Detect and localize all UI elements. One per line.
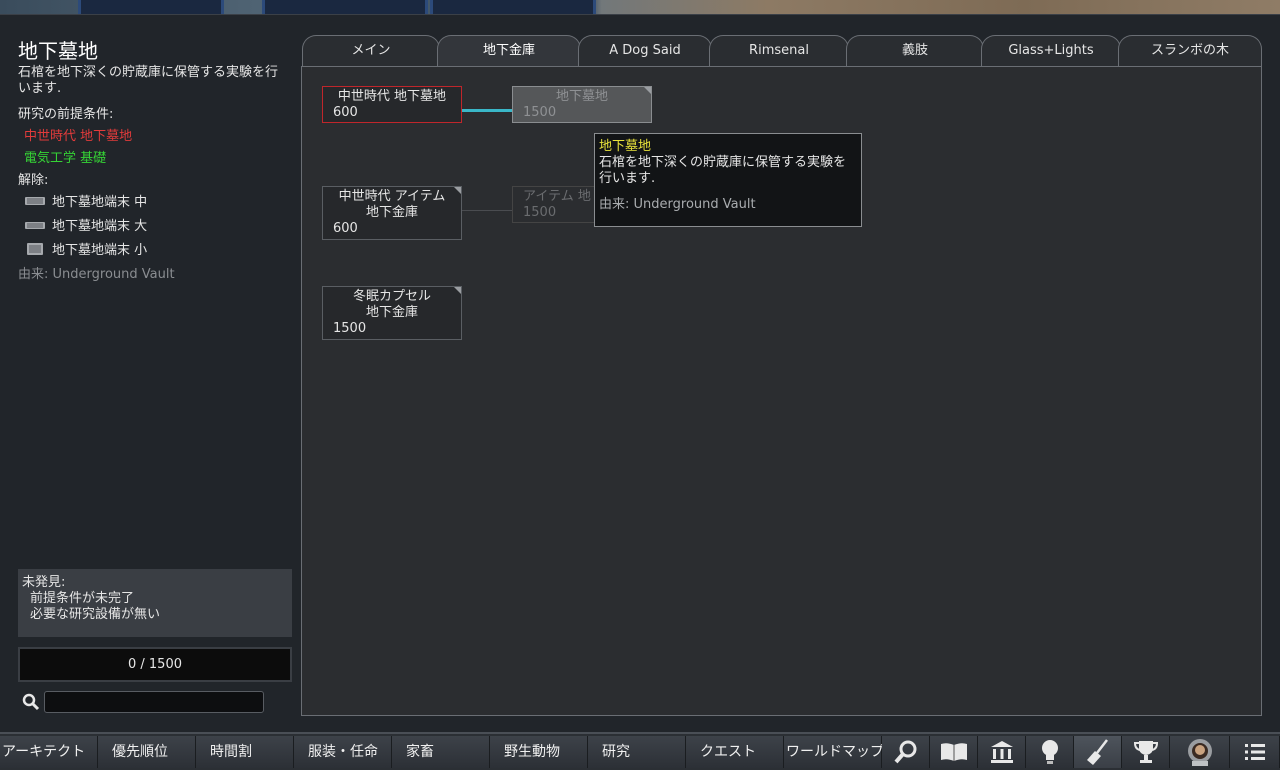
wildlife-button[interactable]: 野生動物 <box>490 736 588 768</box>
tab-main[interactable]: メイン <box>302 35 440 67</box>
tab-slumbo-tree[interactable]: スランボの木 <box>1118 35 1262 67</box>
tree-link <box>462 109 512 112</box>
world-structure <box>262 0 428 14</box>
node-title: 中世時代 地下墓地 <box>337 89 447 104</box>
node-title: 冬眠カプセル <box>352 289 431 304</box>
unlocks-label: 解除: <box>18 173 49 188</box>
research-progress: 0 / 1500 <box>18 647 292 682</box>
search-icon <box>22 693 40 711</box>
book-icon <box>940 743 967 761</box>
unlock-label: 地下墓地端末 中 <box>52 195 148 210</box>
search-input[interactable] <box>44 691 264 713</box>
history-button[interactable] <box>978 736 1026 768</box>
node-cost: 1500 <box>523 105 557 120</box>
lightbulb-icon <box>1041 740 1058 764</box>
unlock-item[interactable]: 地下墓地端末 小 <box>24 239 147 258</box>
tab-glass-lights[interactable]: Glass+Lights <box>981 35 1121 67</box>
schedule-button[interactable]: 時間割 <box>196 736 294 768</box>
tab-a-dog-said[interactable]: A Dog Said <box>578 35 712 67</box>
menu-icon <box>1244 744 1265 760</box>
factions-button[interactable] <box>1170 736 1230 768</box>
research-window: 地下墓地 石棺を地下深くの貯蔵庫に保管する実験を行います. 研究の前提条件: 中… <box>0 14 1280 733</box>
world-structure <box>78 0 224 14</box>
tooltip-source: 由来: Underground Vault <box>599 197 756 212</box>
assign-button[interactable]: 服装・任命 <box>294 736 392 768</box>
node-title: 中世時代 アイテム <box>338 189 446 204</box>
achievements-button[interactable] <box>1122 736 1170 768</box>
sarcophagus-icon <box>25 221 45 229</box>
node-cost: 1500 <box>333 321 367 336</box>
tooltip-description: 石棺を地下深くの貯蔵庫に保管する実験を行います. <box>599 155 847 186</box>
animals-button[interactable]: 家畜 <box>392 736 490 768</box>
project-title: 地下墓地 <box>18 39 98 63</box>
quests-button[interactable]: クエスト <box>686 736 784 768</box>
research-button[interactable]: 研究 <box>588 736 686 768</box>
research-node[interactable]: 冬眠カプセル 地下金庫 1500 <box>322 286 462 340</box>
project-description: 石棺を地下深くの貯蔵庫に保管する実験を行います. <box>18 65 279 96</box>
node-cost: 600 <box>333 105 358 120</box>
search-button[interactable] <box>882 736 930 768</box>
node-title: 地下金庫 <box>365 305 418 320</box>
undiscovered-notes: 未発見: 前提条件が未完了 必要な研究設備が無い <box>18 569 292 637</box>
ideas-button[interactable] <box>1026 736 1074 768</box>
prerequisite-item[interactable]: 電気工学 基礎 <box>24 147 106 166</box>
sarcophagus-icon <box>27 242 43 255</box>
world-map-button[interactable]: ワールドマップ <box>784 736 884 768</box>
tree-link <box>462 210 512 211</box>
tab-prosthetics[interactable]: 義肢 <box>846 35 984 67</box>
unlock-item[interactable]: 地下墓地端末 中 <box>24 191 147 210</box>
broom-icon <box>1086 739 1108 765</box>
astronaut-icon <box>1187 739 1212 766</box>
sarcophagus-icon <box>25 196 45 205</box>
world-view-strip <box>0 0 1280 14</box>
project-source: 由来: Underground Vault <box>18 267 175 282</box>
trophy-icon <box>1133 741 1158 763</box>
search-icon <box>893 740 916 764</box>
research-node[interactable]: 中世時代 地下墓地 600 <box>322 86 462 123</box>
unlock-label: 地下墓地端末 大 <box>52 219 148 234</box>
node-corner <box>454 187 461 194</box>
node-corner <box>644 87 651 94</box>
history-icon <box>990 741 1013 763</box>
world-structure <box>430 0 596 14</box>
node-corner <box>454 287 461 294</box>
node-title: 地下墓地 <box>555 89 608 104</box>
prerequisite-item[interactable]: 中世時代 地下墓地 <box>24 125 132 144</box>
notes-title: 未発見: <box>22 575 66 590</box>
architect-button[interactable]: アーキテクト <box>0 736 98 768</box>
tab-rimsenal[interactable]: Rimsenal <box>709 35 849 67</box>
learning-button[interactable] <box>930 736 978 768</box>
menu-button[interactable] <box>1230 736 1280 768</box>
node-cost: 600 <box>333 221 358 236</box>
notes-line: 必要な研究設備が無い <box>30 607 161 622</box>
mods-button[interactable] <box>1074 736 1122 768</box>
main-tab-bar: アーキテクト 優先順位 時間割 服装・任命 家畜 野生動物 研究 クエスト ワー… <box>0 732 1280 770</box>
node-title: 地下金庫 <box>365 205 418 220</box>
research-node[interactable]: 中世時代 アイテム 地下金庫 600 <box>322 186 462 240</box>
notes-line: 前提条件が未完了 <box>30 591 135 606</box>
research-tooltip: 地下墓地 石棺を地下深くの貯蔵庫に保管する実験を行います. 由来: Underg… <box>594 133 862 227</box>
unlock-item[interactable]: 地下墓地端末 大 <box>24 215 147 234</box>
unlock-label: 地下墓地端末 小 <box>52 243 148 258</box>
project-info-panel: 地下墓地 石棺を地下深くの貯蔵庫に保管する実験を行います. 研究の前提条件: 中… <box>0 15 300 733</box>
priorities-button[interactable]: 優先順位 <box>98 736 196 768</box>
research-node[interactable]: 地下墓地 1500 <box>512 86 652 123</box>
tooltip-title: 地下墓地 <box>599 139 652 154</box>
tab-underground-vault[interactable]: 地下金庫 <box>437 35 581 67</box>
prerequisites-label: 研究の前提条件: <box>18 107 114 122</box>
